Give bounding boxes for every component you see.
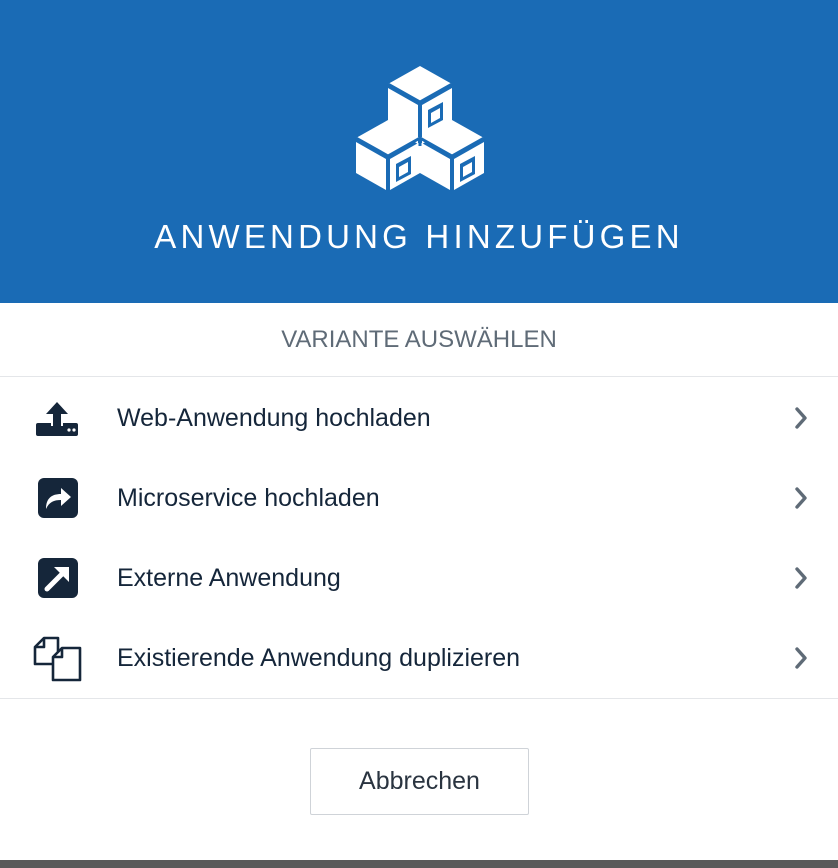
external-link-icon — [38, 558, 78, 598]
option-upload-microservice[interactable]: Microservice hochladen — [0, 458, 838, 538]
chevron-right-icon — [795, 567, 807, 589]
cancel-button[interactable]: Abbrechen — [310, 748, 529, 815]
dialog-footer: Abbrechen — [0, 699, 838, 860]
variant-options-list: Web-Anwendung hochladen Microservice hoc… — [0, 378, 838, 699]
option-label: Existierende Anwendung duplizieren — [117, 644, 521, 672]
option-duplicate-application[interactable]: Existierende Anwendung duplizieren — [0, 618, 838, 698]
duplicate-icon — [33, 636, 82, 682]
upload-icon — [36, 402, 78, 436]
dialog-title: ANWENDUNG HINZUFÜGEN — [154, 218, 684, 255]
option-label: Microservice hochladen — [117, 484, 380, 512]
cubes-icon — [355, 66, 485, 192]
option-label: Externe Anwendung — [117, 564, 341, 592]
option-label: Web-Anwendung hochladen — [117, 404, 431, 432]
choose-variant-label: VARIANTE AUSWÄHLEN — [0, 303, 838, 377]
share-icon — [38, 478, 78, 518]
option-external-application[interactable]: Externe Anwendung — [0, 538, 838, 618]
option-upload-web-application[interactable]: Web-Anwendung hochladen — [0, 378, 838, 458]
chevron-right-icon — [795, 487, 807, 509]
add-application-dialog: ANWENDUNG HINZUFÜGEN VARIANTE AUSWÄHLEN … — [0, 0, 838, 868]
chevron-right-icon — [795, 647, 807, 669]
chevron-right-icon — [795, 407, 807, 429]
dialog-header: ANWENDUNG HINZUFÜGEN — [0, 0, 838, 303]
dialog-bottom-edge — [0, 860, 838, 868]
